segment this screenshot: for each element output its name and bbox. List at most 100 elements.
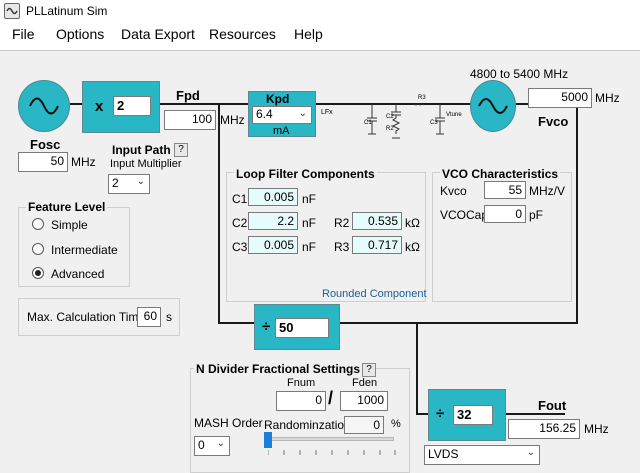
radio-simple-label[interactable]: Simple: [51, 218, 88, 232]
multiplier-prefix: x: [95, 98, 104, 115]
fosc-input[interactable]: 50: [18, 152, 68, 172]
radio-intermediate[interactable]: [32, 243, 44, 255]
n-divider-block: ÷ 50: [254, 304, 340, 350]
input-path-title: Input Path: [112, 143, 171, 157]
radio-advanced-label[interactable]: Advanced: [51, 267, 104, 281]
r3-label: R3: [334, 240, 350, 254]
wire-feedback-right: [576, 103, 578, 323]
vcocap-unit: pF: [529, 208, 544, 222]
menu-data-export[interactable]: Data Export: [121, 26, 195, 42]
r3-unit: kΩ: [405, 240, 420, 254]
vcocap-input[interactable]: 0: [484, 205, 526, 223]
fpd-label: Fpd: [176, 88, 200, 103]
app-icon: [4, 3, 20, 19]
vco-range: 4800 to 5400 MHz: [470, 67, 569, 81]
schematic-vtune-label: Vtune: [446, 112, 462, 118]
radio-advanced[interactable]: [32, 267, 44, 279]
menu-options[interactable]: Options: [56, 26, 104, 42]
schematic-lfx-label: LFx: [321, 109, 333, 116]
sine-wave-icon: [29, 97, 59, 115]
c2-label: C2: [232, 216, 248, 230]
c1-unit: nF: [302, 192, 317, 206]
mash-order-value: 0: [198, 438, 205, 452]
radio-simple[interactable]: [32, 218, 44, 230]
fout-input[interactable]: 156.25: [508, 419, 580, 439]
r2-unit: kΩ: [405, 216, 420, 230]
multiplier-input[interactable]: 2: [113, 96, 151, 116]
r2-label: R2: [334, 216, 350, 230]
randomization-slider-thumb[interactable]: [264, 432, 272, 448]
wire-vco-out: [516, 103, 528, 105]
n-frac-title: N Divider Fractional Settings: [194, 362, 363, 376]
c1-field[interactable]: 0.005: [248, 188, 298, 206]
kvco-label: Kvco: [440, 184, 467, 198]
fnum-label: Fnum: [287, 377, 316, 389]
kpd-value: 6.4: [256, 107, 273, 121]
kvco-unit: MHz/V: [529, 184, 565, 198]
input-multiplier-label: Input Multiplier: [110, 158, 182, 170]
input-path-help-icon[interactable]: ?: [174, 143, 188, 157]
randomization-slider-track[interactable]: [266, 437, 394, 441]
schematic-c1-label: C1: [364, 120, 372, 126]
feature-level-title: Feature Level: [26, 200, 108, 214]
menu-file[interactable]: File: [12, 26, 35, 42]
calc-time-input[interactable]: 60: [137, 307, 161, 327]
c3-label: C3: [232, 240, 248, 254]
output-format-value: LVDS: [428, 447, 459, 461]
title-bar: PLLatinum Sim: [0, 0, 640, 22]
c2-unit: nF: [302, 216, 317, 230]
wire-osc-mult: [70, 103, 82, 105]
radio-intermediate-label[interactable]: Intermediate: [51, 243, 118, 257]
r2-field[interactable]: 0.535: [352, 212, 402, 230]
r3-field[interactable]: 0.717: [352, 236, 402, 254]
menu-bar: File Options Data Export Resources Help: [0, 22, 640, 46]
c3-field[interactable]: 0.005: [248, 236, 298, 254]
loop-filter-title: Loop Filter Components: [234, 167, 377, 181]
multiplier-block: x 2: [82, 81, 160, 133]
output-format-select[interactable]: LVDS ⌄: [424, 445, 540, 465]
kvco-input[interactable]: 55: [484, 181, 526, 199]
chevron-down-icon: ⌄: [136, 176, 145, 187]
mash-order-select[interactable]: 0 ⌄: [194, 436, 230, 456]
menu-help[interactable]: Help: [294, 26, 323, 42]
wire-to-out-div: [416, 322, 418, 414]
fosc-label: Fosc: [30, 137, 61, 152]
randomization-label: Randominzation: [264, 418, 351, 432]
kpd-select[interactable]: 6.4 ⌄: [252, 106, 312, 124]
output-divider-prefix: ÷: [436, 405, 445, 422]
fnum-input[interactable]: 0: [276, 391, 326, 411]
n-divider-prefix: ÷: [262, 318, 271, 335]
calc-time-label: Max. Calculation Time: [27, 310, 146, 324]
wire-fout: [505, 413, 565, 415]
chevron-down-icon: ⌄: [216, 438, 225, 449]
slider-ticks: [268, 450, 396, 455]
randomization-input[interactable]: 0: [344, 416, 384, 434]
vco-symbol: [470, 80, 516, 132]
wire-feedback-left: [218, 103, 220, 323]
fden-input[interactable]: 1000: [340, 391, 388, 411]
fraction-slash: /: [328, 388, 334, 408]
menu-resources[interactable]: Resources: [209, 26, 276, 42]
vco-char-title: VCO Characteristics: [440, 167, 561, 181]
n-frac-help-icon[interactable]: ?: [362, 363, 376, 377]
wire-ndiv-in: [218, 322, 254, 324]
sine-wave-icon: [478, 98, 508, 114]
n-divider-input[interactable]: 50: [275, 318, 329, 338]
output-divider-input[interactable]: 32: [453, 405, 493, 425]
c2-field[interactable]: 2.2: [248, 212, 298, 230]
oscillator-symbol: [18, 80, 70, 132]
randomization-unit: %: [391, 418, 401, 430]
kpd-block: Kpd 6.4 ⌄ mA: [248, 91, 316, 137]
fvco-input[interactable]: 5000: [528, 88, 592, 108]
chevron-down-icon: ⌄: [526, 447, 535, 458]
schematic-r3-label: R3: [418, 95, 426, 101]
rounded-component-label: Rounded Component: [322, 288, 427, 300]
chevron-down-icon: ⌄: [298, 108, 307, 119]
fout-label: Fout: [538, 398, 567, 413]
schematic-c3-label: C3: [430, 120, 438, 126]
input-multiplier-value: 2: [112, 176, 119, 190]
fvco-unit: MHz: [595, 91, 620, 105]
fvco-label: Fvco: [538, 114, 569, 129]
fpd-input[interactable]: 100: [164, 110, 216, 130]
input-multiplier-select[interactable]: 2 ⌄: [108, 174, 150, 194]
